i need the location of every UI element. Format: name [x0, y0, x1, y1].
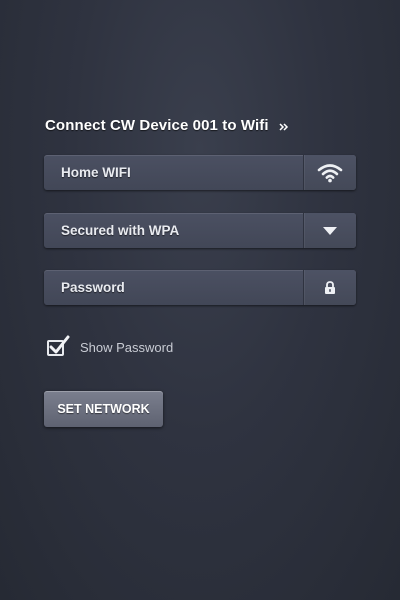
security-select-value: Secured with WPA	[61, 223, 180, 238]
wifi-icon	[317, 163, 343, 182]
page-title: Connect CW Device 001 to Wifi	[45, 117, 269, 134]
network-name-field[interactable]: Home WIFI	[44, 155, 356, 190]
password-placeholder: Password	[61, 280, 125, 295]
lock-icon	[325, 280, 335, 294]
double-chevron-right-icon	[279, 122, 288, 131]
show-password-row[interactable]: Show Password	[46, 335, 173, 357]
security-select[interactable]: Secured with WPA	[44, 213, 356, 248]
security-dropdown-button[interactable]	[303, 213, 356, 248]
wifi-scan-button[interactable]	[303, 155, 356, 190]
header: Connect CW Device 001 to Wifi	[45, 117, 289, 134]
checkmark-icon	[49, 335, 70, 354]
password-lock-button	[303, 270, 356, 305]
dropdown-arrow-icon	[323, 226, 337, 235]
show-password-checkbox[interactable]	[46, 335, 70, 357]
set-network-button[interactable]: SET NETWORK	[44, 391, 163, 427]
show-password-label: Show Password	[80, 340, 174, 355]
network-name-value: Home WIFI	[61, 165, 131, 180]
password-field[interactable]: Password	[44, 270, 356, 305]
